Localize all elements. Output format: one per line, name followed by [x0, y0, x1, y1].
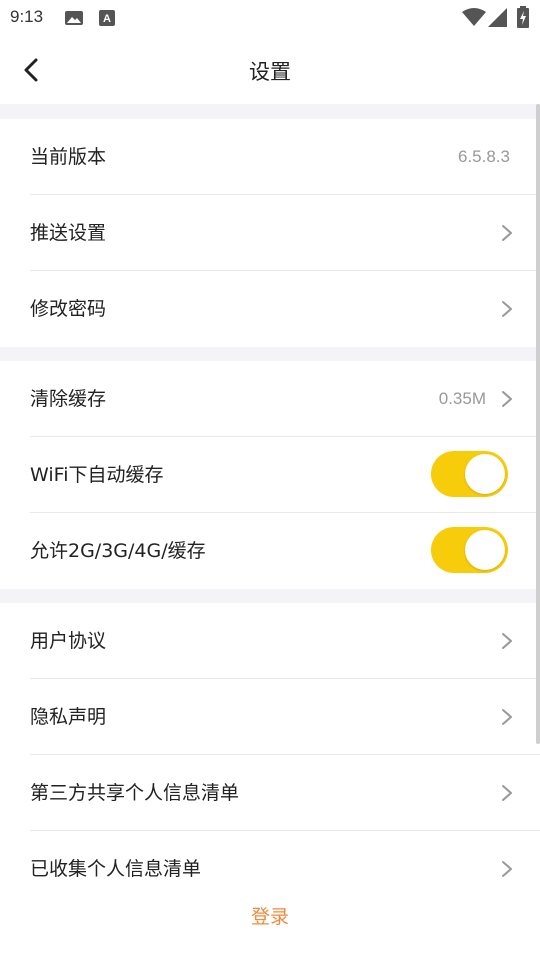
section-gap — [0, 589, 540, 603]
toggle-knob — [465, 454, 505, 494]
svg-text:A: A — [103, 13, 111, 25]
wifi-cache-label: WiFi下自动缓存 — [30, 464, 164, 486]
push-settings-label: 推送设置 — [30, 222, 107, 244]
wifi-cache-toggle[interactable] — [431, 451, 508, 497]
chevron-right-icon — [502, 301, 512, 317]
title-bar: 设置 — [0, 36, 540, 104]
chevron-right-icon — [502, 633, 512, 649]
mobile-cache-toggle[interactable] — [431, 527, 508, 573]
settings-item-password[interactable]: 修改密码 — [0, 271, 540, 347]
change-password-label: 修改密码 — [30, 298, 107, 320]
chevron-right-icon — [502, 861, 512, 877]
chevron-right-icon — [502, 391, 512, 407]
toggle-knob — [465, 530, 505, 570]
settings-item-third-party[interactable]: 第三方共享个人信息清单 — [0, 755, 540, 831]
settings-item-mobile-cache: 允许2G/3G/4G/缓存 — [0, 513, 540, 589]
settings-item-wifi-cache: WiFi下自动缓存 — [0, 437, 540, 513]
image-icon — [65, 11, 83, 25]
settings-item-version: 当前版本 6.5.8.3 — [0, 119, 540, 195]
section-gap — [0, 104, 540, 119]
clear-cache-label: 清除缓存 — [30, 388, 107, 410]
chevron-right-icon — [502, 225, 512, 241]
cellular-icon — [488, 8, 507, 27]
version-value: 6.5.8.3 — [458, 147, 510, 166]
chevron-right-icon — [502, 785, 512, 801]
settings-item-privacy[interactable]: 隐私声明 — [0, 679, 540, 755]
version-label: 当前版本 — [30, 146, 107, 168]
user-agreement-label: 用户协议 — [30, 630, 107, 652]
section-gap — [0, 347, 540, 361]
text-a-icon: A — [99, 10, 115, 26]
settings-item-clear-cache[interactable]: 清除缓存 0.35M — [0, 361, 540, 437]
settings-item-collected[interactable]: 已收集个人信息清单 — [0, 831, 540, 907]
status-bar: 9:13 A — [0, 0, 540, 36]
settings-item-agreement[interactable]: 用户协议 — [0, 603, 540, 679]
scrollbar[interactable] — [536, 104, 540, 744]
mobile-cache-label: 允许2G/3G/4G/缓存 — [30, 540, 206, 562]
battery-charging-icon — [517, 6, 529, 28]
chevron-right-icon — [502, 709, 512, 725]
cache-size-value: 0.35M — [438, 389, 486, 408]
wifi-icon — [462, 8, 486, 26]
collected-info-list-label: 已收集个人信息清单 — [30, 858, 202, 880]
third-party-list-label: 第三方共享个人信息清单 — [30, 782, 240, 804]
settings-item-push[interactable]: 推送设置 — [0, 195, 540, 271]
page-title: 设置 — [249, 60, 291, 84]
status-time: 9:13 — [10, 7, 44, 26]
login-button[interactable]: 登录 — [0, 902, 540, 929]
privacy-statement-label: 隐私声明 — [30, 706, 107, 728]
